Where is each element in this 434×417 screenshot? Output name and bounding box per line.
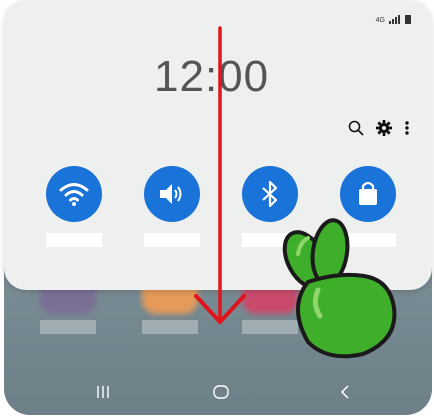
hand-gesture-icon <box>282 218 397 359</box>
